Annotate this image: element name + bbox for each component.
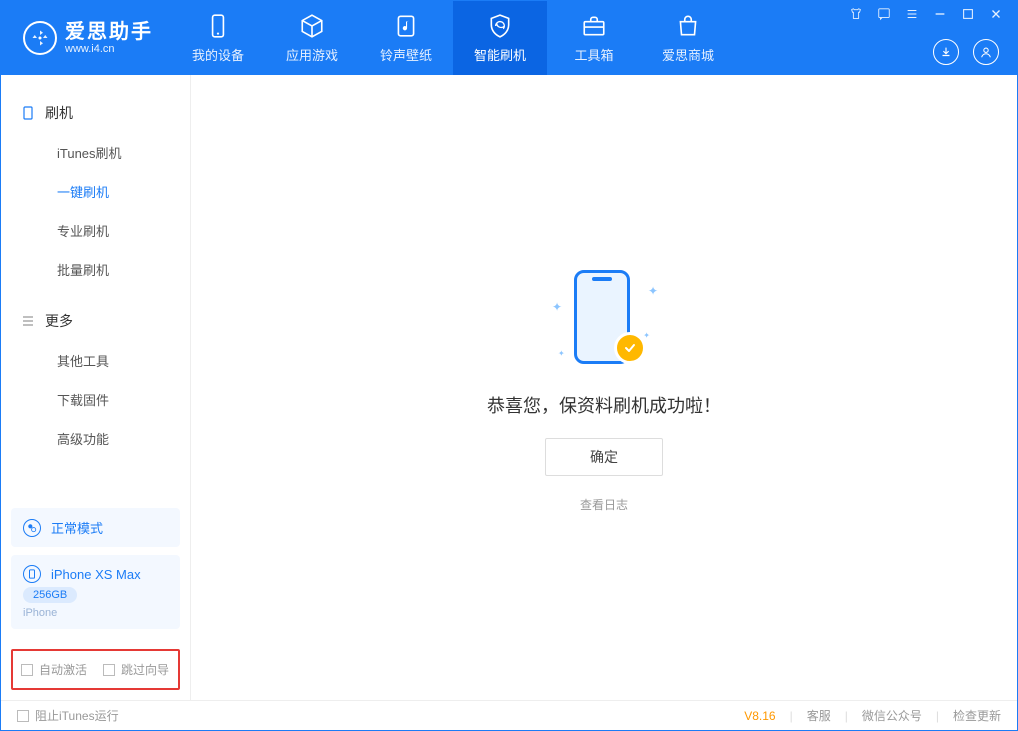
checkbox-label: 跳过向导 (121, 661, 169, 678)
sidebar-item-pro-flash[interactable]: 专业刷机 (1, 211, 190, 250)
sidebar-item-download-firmware[interactable]: 下载固件 (1, 380, 190, 419)
checkbox-label: 阻止iTunes运行 (35, 707, 119, 724)
list-small-icon (21, 314, 35, 328)
footer-link-update[interactable]: 检查更新 (953, 707, 1001, 724)
tab-smart-flash[interactable]: 智能刷机 (453, 1, 547, 75)
checkbox-icon (17, 710, 29, 722)
download-button[interactable] (933, 39, 959, 65)
section-title: 更多 (45, 311, 73, 331)
tab-ringtones-wallpapers[interactable]: 铃声壁纸 (359, 1, 453, 75)
music-file-icon (393, 13, 419, 39)
footer-link-support[interactable]: 客服 (807, 707, 831, 724)
separator: | (936, 709, 939, 723)
tab-label: 工具箱 (574, 45, 613, 64)
window-controls (849, 7, 1009, 21)
device-storage-badge: 256GB (23, 587, 77, 603)
menu-icon[interactable] (905, 7, 919, 21)
shopping-bag-icon (675, 13, 701, 39)
device-mode-card[interactable]: 正常模式 (11, 508, 180, 547)
app-header: 爱思助手 www.i4.cn 我的设备 应用游戏 铃声壁纸 智能刷机 工具箱 爱… (1, 1, 1017, 75)
sidebar: 刷机 iTunes刷机 一键刷机 专业刷机 批量刷机 更多 其他工具 下载固件 … (1, 75, 191, 700)
version-label: V8.16 (744, 709, 775, 723)
mode-icon (23, 519, 41, 537)
sidebar-item-itunes-flash[interactable]: iTunes刷机 (1, 133, 190, 172)
tab-toolbox[interactable]: 工具箱 (547, 1, 641, 75)
tab-label: 我的设备 (192, 45, 244, 64)
tab-store[interactable]: 爱思商城 (641, 1, 735, 75)
checkbox-skip-guide[interactable]: 跳过向导 (103, 661, 169, 678)
sidebar-item-advanced[interactable]: 高级功能 (1, 419, 190, 458)
close-icon[interactable] (989, 7, 1003, 21)
mode-label: 正常模式 (51, 518, 103, 537)
tab-label: 铃声壁纸 (380, 45, 432, 64)
sparkle-icon: ✦ (558, 349, 565, 358)
device-small-icon (21, 106, 35, 120)
main-tabs: 我的设备 应用游戏 铃声壁纸 智能刷机 工具箱 爱思商城 (171, 1, 735, 75)
briefcase-icon (581, 13, 607, 39)
footer-link-wechat[interactable]: 微信公众号 (862, 707, 922, 724)
main-content: ✦ ✦ ✦ ✦ 恭喜您，保资料刷机成功啦！ 确定 查看日志 (191, 75, 1017, 700)
minimize-icon[interactable] (933, 7, 947, 21)
sidebar-item-oneclick-flash[interactable]: 一键刷机 (1, 172, 190, 211)
phone-icon (205, 13, 231, 39)
success-message: 恭喜您，保资料刷机成功啦！ (487, 392, 721, 418)
maximize-icon[interactable] (961, 7, 975, 21)
sidebar-item-other-tools[interactable]: 其他工具 (1, 341, 190, 380)
check-badge-icon (614, 332, 646, 364)
sparkle-icon: ✦ (552, 300, 562, 314)
tshirt-icon[interactable] (849, 7, 863, 21)
shield-refresh-icon (487, 13, 513, 39)
device-icon (23, 565, 41, 583)
sidebar-section-flash: 刷机 (1, 93, 190, 133)
checkbox-icon (103, 664, 115, 676)
view-log-link[interactable]: 查看日志 (580, 496, 628, 513)
app-logo-icon (23, 21, 57, 55)
feedback-icon[interactable] (877, 7, 891, 21)
checkbox-block-itunes[interactable]: 阻止iTunes运行 (17, 707, 119, 724)
tab-label: 应用游戏 (286, 45, 338, 64)
app-name: 爱思助手 (65, 21, 153, 43)
success-illustration: ✦ ✦ ✦ ✦ (544, 262, 664, 372)
tab-label: 爱思商城 (662, 45, 714, 64)
app-url: www.i4.cn (65, 43, 153, 55)
sidebar-item-batch-flash[interactable]: 批量刷机 (1, 250, 190, 289)
sidebar-section-more: 更多 (1, 301, 190, 341)
device-type: iPhone (23, 607, 57, 619)
separator: | (790, 709, 793, 723)
logo-area: 爱思助手 www.i4.cn (1, 21, 171, 55)
section-title: 刷机 (45, 103, 73, 123)
status-bar: 阻止iTunes运行 V8.16 | 客服 | 微信公众号 | 检查更新 (1, 700, 1017, 730)
checkbox-icon (21, 664, 33, 676)
tab-label: 智能刷机 (474, 45, 526, 64)
cube-icon (299, 13, 325, 39)
tab-apps-games[interactable]: 应用游戏 (265, 1, 359, 75)
device-info-card[interactable]: iPhone XS Max 256GB iPhone (11, 555, 180, 629)
checkbox-auto-activate[interactable]: 自动激活 (21, 661, 87, 678)
sparkle-icon: ✦ (648, 284, 658, 298)
flash-options-box: 自动激活 跳过向导 (11, 649, 180, 690)
device-name: iPhone XS Max (51, 567, 141, 582)
checkbox-label: 自动激活 (39, 661, 87, 678)
account-button[interactable] (973, 39, 999, 65)
sparkle-icon: ✦ (643, 331, 650, 340)
separator: | (845, 709, 848, 723)
tab-my-device[interactable]: 我的设备 (171, 1, 265, 75)
ok-button[interactable]: 确定 (545, 438, 663, 476)
